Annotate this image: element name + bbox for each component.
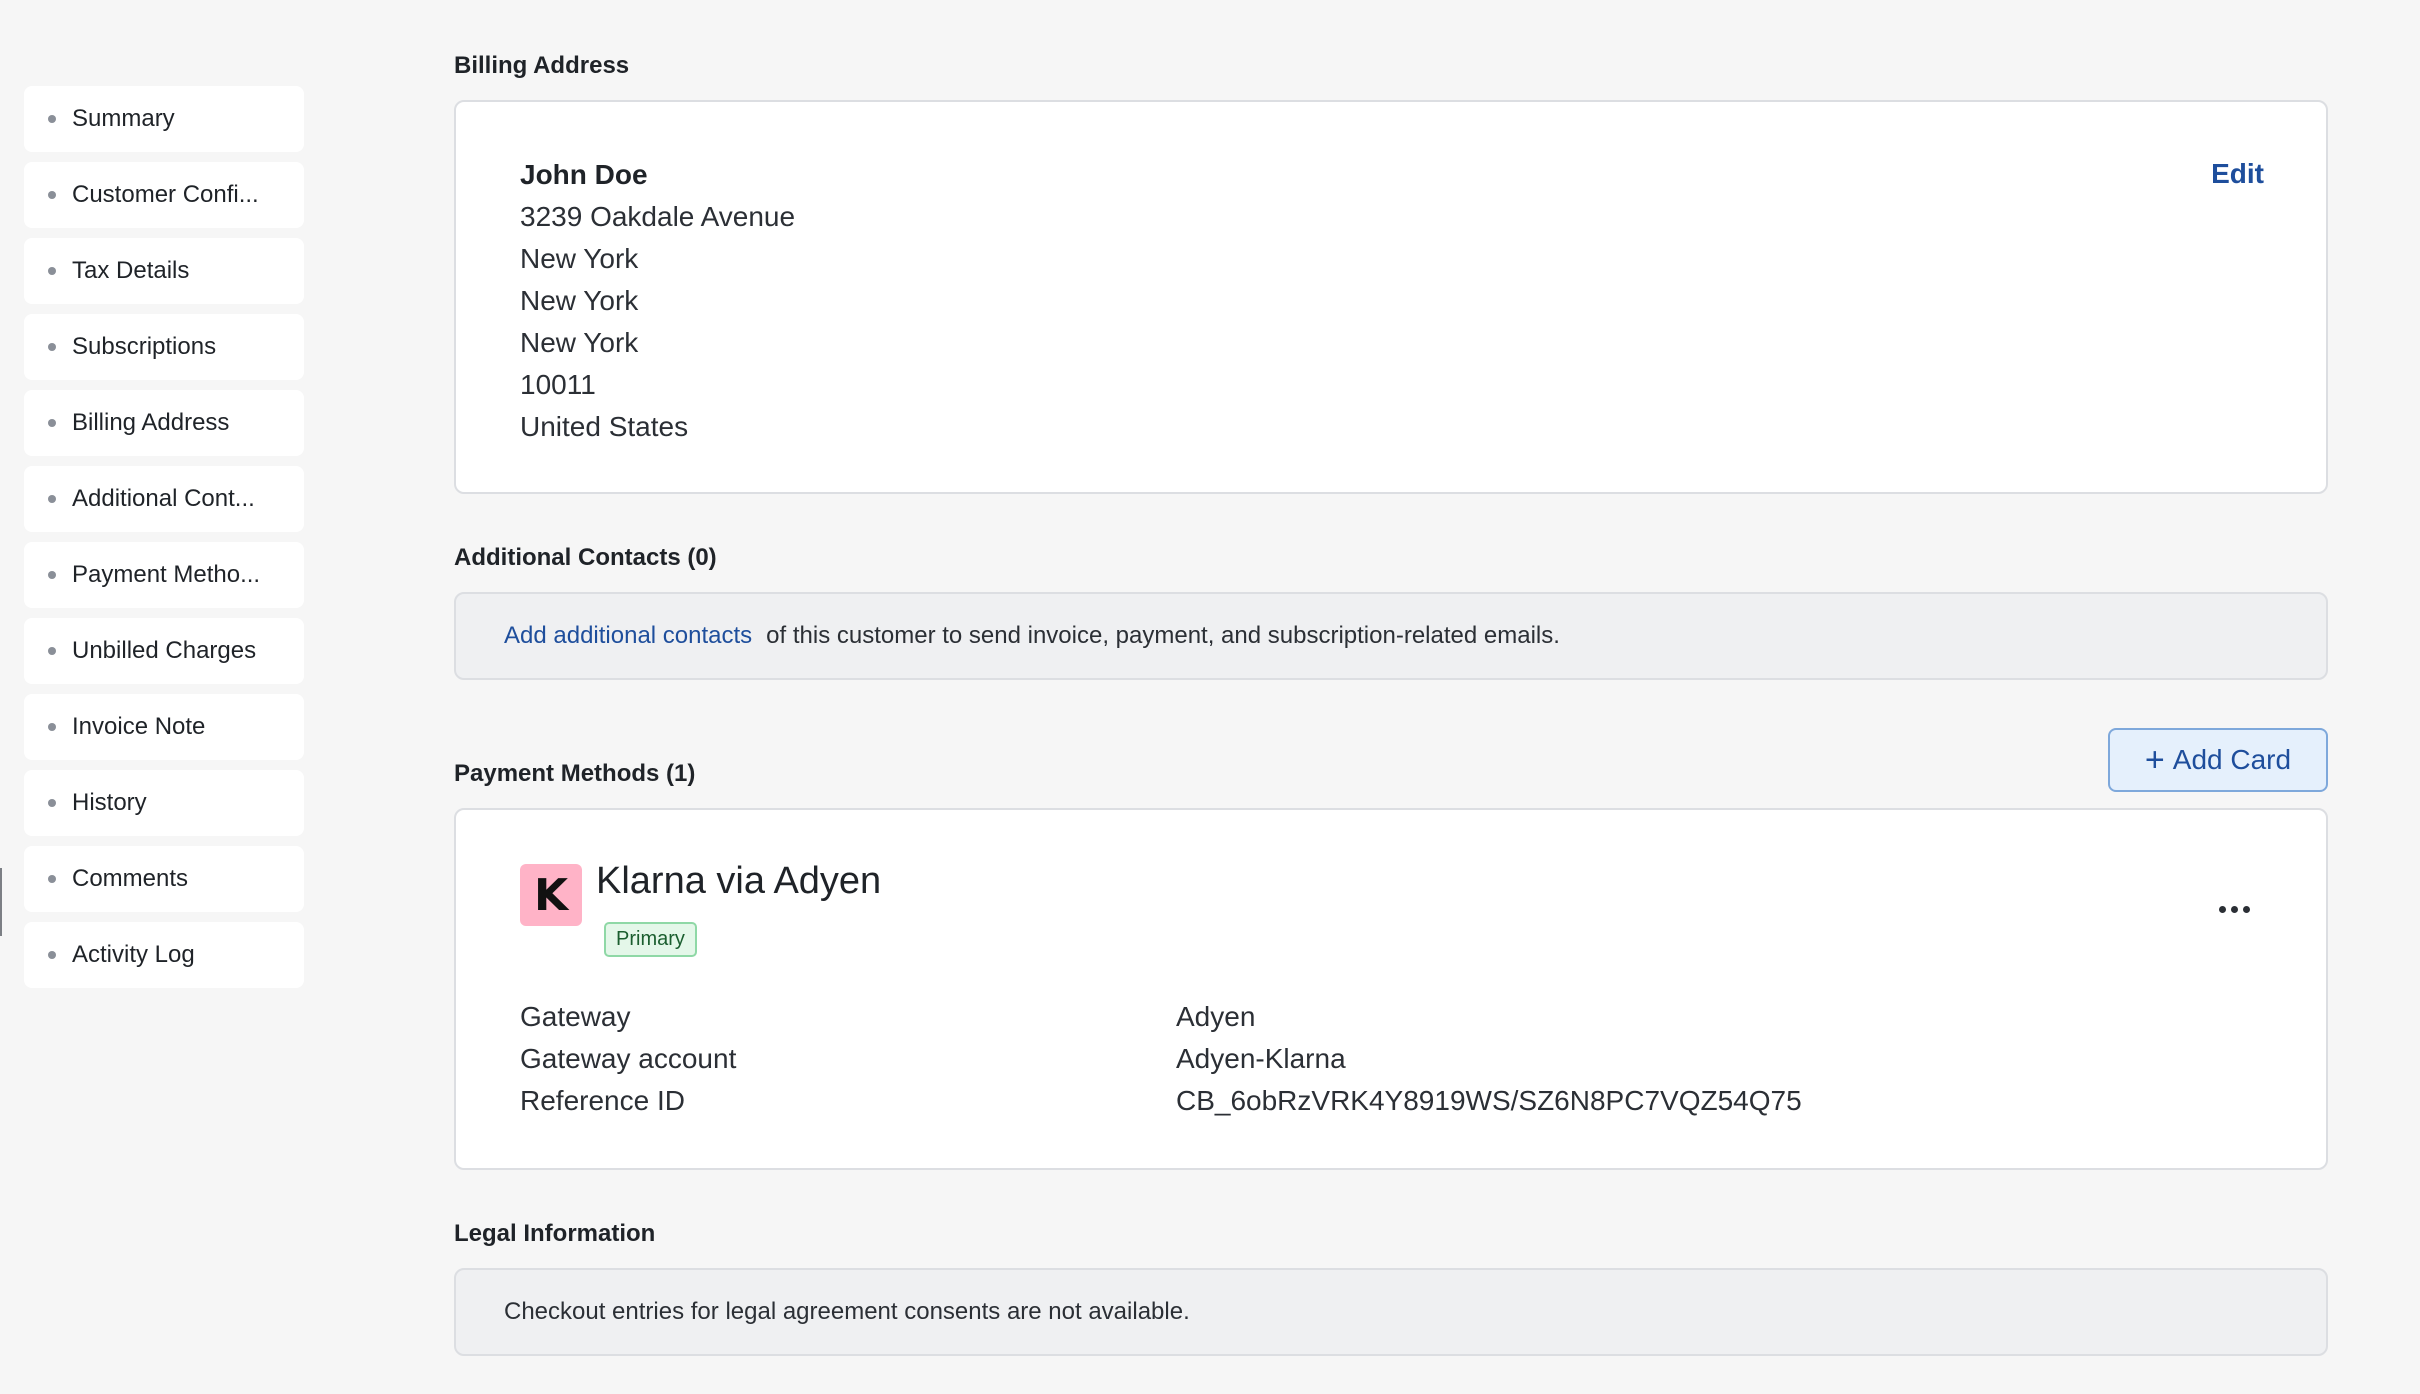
resize-handle[interactable] [0,868,2,936]
sidebar-item-label: Billing Address [72,409,230,436]
sidebar-nav: Summary Customer Confi... Tax Details Su… [24,86,304,998]
sidebar-item-comments[interactable]: Comments [24,846,304,912]
address-line: 10011 [520,369,596,400]
payment-method-card: K Klarna via Adyen Primary Gateway Adyen… [454,808,2328,1170]
sidebar-item-tax-details[interactable]: Tax Details [24,238,304,304]
add-card-button[interactable]: + Add Card [2108,728,2328,792]
sidebar-item-label: Customer Confi... [72,181,259,208]
dot-icon [48,799,56,807]
dot-icon [48,495,56,503]
detail-value: Adyen [1176,1001,1256,1032]
address-name: John Doe [520,159,648,190]
address-block: John Doe 3239 Oakdale Avenue New York Ne… [520,154,795,448]
dot-icon [48,723,56,731]
sidebar-item-label: Tax Details [72,257,190,284]
detail-key: Reference ID [520,1085,685,1116]
sidebar-item-label: Subscriptions [72,333,217,360]
dot-icon [48,951,56,959]
dot-icon [48,571,56,579]
sidebar-item-history[interactable]: History [24,770,304,836]
sidebar-item-additional-contacts[interactable]: Additional Cont... [24,466,304,532]
additional-contacts-title: Additional Contacts (0) [454,544,717,571]
detail-row-gateway: Gateway Adyen [520,996,1802,1038]
sidebar-item-summary[interactable]: Summary [24,86,304,152]
sidebar-item-subscriptions[interactable]: Subscriptions [24,314,304,380]
detail-row-reference-id: Reference ID CB_6obRzVRK4Y8919WS/SZ6N8PC… [520,1080,1802,1122]
sidebar-item-label: Invoice Note [72,713,206,740]
dot-icon [48,115,56,123]
sidebar-item-label: Activity Log [72,941,195,968]
more-dot [2219,906,2226,913]
address-line: New York [520,327,639,358]
legal-information-text: Checkout entries for legal agreement con… [504,1298,1190,1325]
plus-icon: + [2144,741,2165,779]
sidebar-item-label: Payment Metho... [72,561,261,588]
sidebar-item-invoice-note[interactable]: Invoice Note [24,694,304,760]
additional-contacts-box: Add additional contacts of this customer… [454,592,2328,680]
sidebar-item-label: Comments [72,865,189,892]
sidebar-item-label: Unbilled Charges [72,637,257,664]
legal-information-title: Legal Information [454,1220,656,1247]
dot-icon [48,875,56,883]
detail-key: Gateway account [520,1043,737,1074]
address-line: United States [520,411,689,442]
detail-key: Gateway [520,1001,631,1032]
billing-address-card: John Doe 3239 Oakdale Avenue New York Ne… [454,100,2328,494]
sidebar-item-label: Additional Cont... [72,485,255,512]
sidebar-item-label: Summary [72,105,175,132]
legal-information-box: Checkout entries for legal agreement con… [454,1268,2328,1356]
klarna-logo-icon: K [520,864,582,926]
sidebar-item-label: History [72,789,147,816]
add-card-label: Add Card [2172,744,2292,775]
detail-row-gateway-account: Gateway account Adyen-Klarna [520,1038,1802,1080]
payment-method-details: Gateway Adyen Gateway account Adyen-Klar… [520,996,1802,1122]
payment-method-name: Klarna via Adyen [596,860,882,902]
address-line: New York [520,243,639,274]
primary-badge: Primary [604,922,697,957]
sidebar-item-unbilled-charges[interactable]: Unbilled Charges [24,618,304,684]
billing-address-title: Billing Address [454,52,630,79]
sidebar-item-billing-address[interactable]: Billing Address [24,390,304,456]
add-additional-contacts-link[interactable]: Add additional contacts [504,622,752,650]
edit-address-link[interactable]: Edit [2211,158,2264,190]
dot-icon [48,419,56,427]
sidebar-item-activity-log[interactable]: Activity Log [24,922,304,988]
more-options-icon[interactable] [2219,906,2250,913]
more-dot [2231,906,2238,913]
address-line: New York [520,285,639,316]
detail-value: CB_6obRzVRK4Y8919WS/SZ6N8PC7VQZ54Q75 [1176,1085,1802,1116]
sidebar-item-payment-methods[interactable]: Payment Metho... [24,542,304,608]
dot-icon [48,191,56,199]
dot-icon [48,343,56,351]
dot-icon [48,647,56,655]
sidebar-item-customer-configuration[interactable]: Customer Confi... [24,162,304,228]
more-dot [2243,906,2250,913]
additional-contacts-text: of this customer to send invoice, paymen… [766,622,1560,649]
detail-value: Adyen-Klarna [1176,1043,1346,1074]
dot-icon [48,267,56,275]
payment-methods-title: Payment Methods (1) [454,760,696,787]
address-line: 3239 Oakdale Avenue [520,201,796,232]
